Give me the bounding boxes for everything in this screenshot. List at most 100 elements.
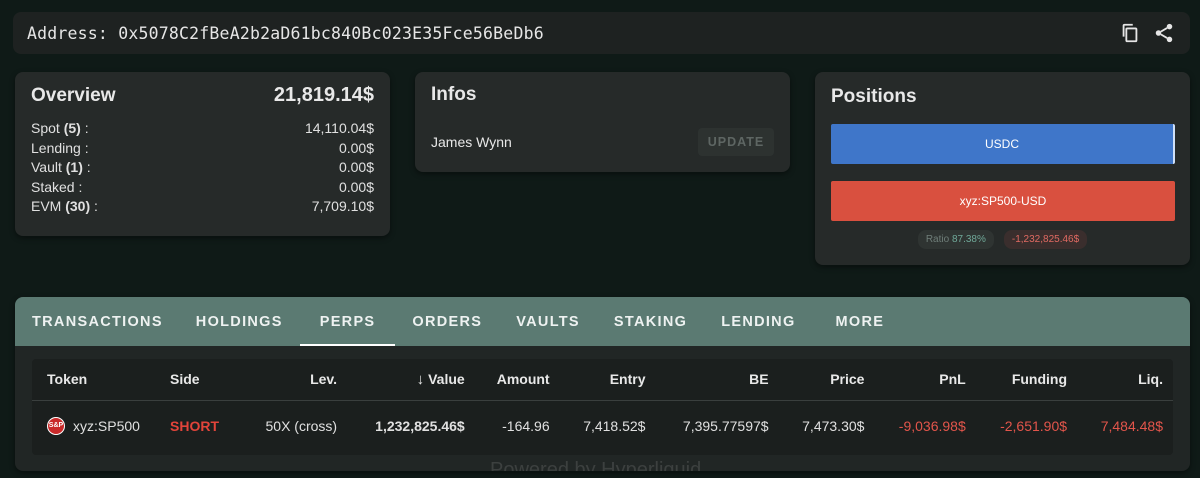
cell-entry: 7,418.52$ [583,417,646,434]
portfolio-tabs-panel: TRANSACTIONS HOLDINGS PERPS ORDERS VAULTS STA… [15,297,1190,471]
overview-suffix: : [84,120,89,136]
column-header-price[interactable]: Price [778,359,875,401]
ratio-badge: Ratio 87.38% [917,230,994,249]
overview-row-value: 0.00$ [338,139,374,156]
overview-title: Overview [31,84,116,106]
cell-price: 7,473.30$ [802,417,865,434]
cell-value: 1,232,825.46$ [375,417,465,434]
overview-suffix: : [86,159,91,176]
tab-perps[interactable]: PERPS [299,297,396,346]
overview-row: EVM (30) : 7,709.10$ [31,197,374,217]
column-header-be[interactable]: BE [655,359,779,401]
column-header-label: Entry [609,371,646,388]
pnl-badge: -1,232,825.46$ [1003,230,1088,249]
overview-row: Vault (1) : 0.00$ [31,158,374,178]
column-header-lev[interactable]: Lev. [240,359,348,401]
overview-row: Spot (5) : 14,110.04$ [31,119,374,139]
overview-label-text: Spot [31,120,60,136]
tab-vaults[interactable]: VAULTS [499,297,597,346]
positions-card: Positions USDC xyz:SP500-USD Ratio 87.38… [815,72,1190,265]
column-header-label: Funding [1011,371,1068,388]
column-header-entry[interactable]: Entry [559,359,656,401]
column-header-side[interactable]: Side [160,359,241,401]
tab-staking[interactable]: STAKING [597,297,704,346]
column-header-liq[interactable]: Liq. [1077,359,1173,401]
address-bar: Address: 0x5078C2fBeA2b2aD61bc840Bc023E3… [13,12,1190,54]
overview-row-value: 0.00$ [338,159,374,176]
cell-side: SHORT [170,417,219,434]
overview-total: 21,819.14$ [273,84,374,106]
column-header-pnl[interactable]: PnL [874,359,976,401]
copy-icon[interactable] [1118,21,1142,45]
cell-liq: 7,484.48$ [1100,417,1163,434]
overview-label-text: Staked [31,178,75,195]
cell-token[interactable]: S&P xyz:SP500 [32,400,160,451]
tab-bar: TRANSACTIONS HOLDINGS PERPS ORDERS VAULTS STA… [15,297,1190,346]
table-row[interactable]: S&P xyz:SP500 SHORT 50X (cross) 1,232,82… [32,400,1173,451]
infos-title: Infos [431,84,477,105]
column-header-label: Token [47,371,88,388]
address-value[interactable]: 0x5078C2fBeA2b2aD61bc840Bc023E35Fce56BeD… [118,24,544,43]
cell-pnl: -9,036.98$ [898,417,966,434]
overview-row-label: EVM (30) : [31,197,98,217]
tab-holdings[interactable]: HOLDINGS [179,297,300,346]
column-header-label: PnL [939,371,966,388]
infos-name: James Wynn [431,134,512,150]
column-header-label: Liq. [1138,371,1163,388]
positions-title: Positions [831,86,917,107]
column-header-amount[interactable]: Amount [474,359,560,401]
overview-row-value: 14,110.04$ [304,120,374,136]
overview-count: (5) [63,120,81,136]
tab-orders[interactable]: ORDERS [395,297,499,346]
overview-row-label: Staked : [31,178,82,198]
overview-suffix: : [78,178,83,195]
overview-row-label: Vault (1) : [31,158,91,178]
perps-table: Token Side Lev. ↓ Value Amount Entry BE Price PnL… [32,359,1173,451]
cell-leverage: 50X (cross) [265,417,338,434]
overview-label-text: Lending [31,139,81,156]
tab-transactions[interactable]: TRANSACTIONS [32,297,179,346]
sp500-token-icon: S&P [47,416,65,435]
overview-card: Overview 21,819.14$ Spot (5) : 14,110.04$… [15,72,390,236]
column-header-label: BE [749,371,769,388]
address-text: Address: 0x5078C2fBeA2b2aD61bc840Bc023E3… [27,24,544,43]
perps-table-container: Token Side Lev. ↓ Value Amount Entry BE Price PnL… [32,359,1173,471]
ratio-value: 87.38% [951,234,986,245]
column-header-label: Amount [496,371,550,388]
column-header-token[interactable]: Token [32,359,160,401]
column-header-label: Side [170,371,200,388]
cell-funding: -2,651.90$ [1000,417,1068,434]
cell-be: 7,395.77597$ [682,417,769,434]
overview-row-label: Lending : [31,139,89,159]
cell-amount: -164.96 [502,417,550,434]
tab-more[interactable]: MORE [819,297,902,346]
overview-suffix: : [84,139,89,156]
overview-row: Staked : 0.00$ [31,178,374,198]
ratio-label: Ratio [925,234,950,245]
address-label: Address: [27,23,109,43]
overview-label-text: EVM [31,198,62,215]
overview-row-label: Spot (5) : [31,119,89,139]
token-name[interactable]: xyz:SP500 [73,418,140,434]
overview-row-value: 7,709.10$ [311,198,374,215]
column-header-label: Lev. [310,371,338,388]
position-bar-xyz-sp500[interactable]: xyz:SP500-USD [831,181,1175,221]
overview-row: Lending : 0.00$ [31,139,374,159]
column-header-label: Price [830,371,865,388]
overview-suffix: : [94,198,98,215]
tab-lending[interactable]: LENDING [704,297,812,346]
column-header-value[interactable]: ↓ Value [347,359,475,401]
share-icon[interactable] [1152,21,1176,45]
update-button[interactable]: UPDATE [698,128,774,156]
overview-row-value: 0.00$ [338,178,374,195]
watermark: Powered by Hyperliquid [490,459,702,471]
infos-card: Infos James Wynn UPDATE [415,72,790,172]
overview-label-text: Vault [31,159,62,176]
table-header-row: Token Side Lev. ↓ Value Amount Entry BE Price PnL… [32,359,1173,401]
overview-count: (1) [65,159,83,176]
column-header-label: Value [428,370,465,387]
column-header-funding[interactable]: Funding [975,359,1078,401]
position-bar-usdc[interactable]: USDC [831,124,1175,164]
sort-down-icon: ↓ [416,370,425,388]
overview-count: (30) [65,198,91,215]
